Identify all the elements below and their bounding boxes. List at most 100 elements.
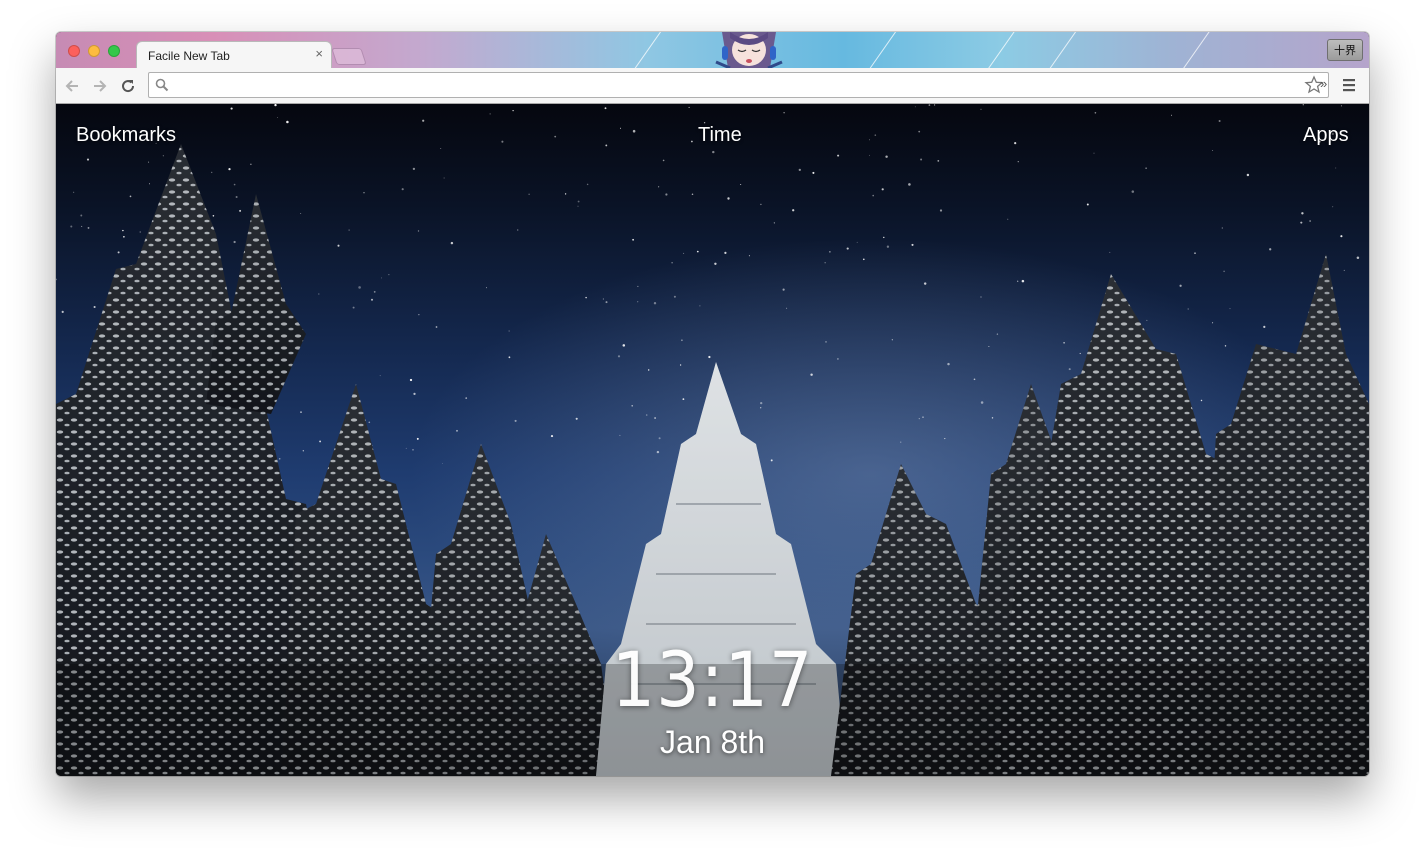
star [872, 194, 874, 197]
star [129, 195, 132, 198]
time-link[interactable]: Time [698, 124, 742, 147]
star [812, 171, 815, 174]
star [388, 274, 390, 276]
star [1340, 105, 1342, 107]
maximize-window-button[interactable] [108, 45, 120, 57]
star [517, 229, 519, 231]
browser-toolbar: » [56, 68, 1369, 104]
star [1302, 104, 1304, 106]
star [937, 160, 940, 162]
star [550, 435, 554, 438]
close-window-button[interactable] [68, 45, 80, 57]
star [1007, 218, 1009, 220]
theme-decoration [1171, 32, 1212, 68]
star [665, 193, 668, 196]
hamburger-menu-icon[interactable] [1341, 78, 1357, 92]
star [724, 251, 727, 255]
star [212, 215, 215, 217]
minimize-window-button[interactable] [88, 45, 100, 57]
star [637, 285, 639, 287]
star [443, 177, 445, 179]
tab-facile-new-tab[interactable]: Facile New Tab × [136, 41, 332, 68]
star [792, 209, 795, 212]
star [874, 134, 877, 136]
apps-link[interactable]: Apps [1303, 124, 1349, 147]
star [886, 245, 890, 248]
star [486, 287, 487, 289]
star [417, 230, 420, 232]
star [662, 159, 665, 162]
star [740, 184, 742, 185]
star [944, 438, 946, 440]
theme-decoration [628, 32, 665, 68]
star [908, 183, 911, 186]
extensions-overflow-icon[interactable]: » [1320, 76, 1327, 91]
star [620, 127, 621, 129]
star [1017, 280, 1019, 282]
profile-button[interactable]: 十界 [1327, 39, 1363, 61]
star [319, 440, 322, 443]
star [658, 186, 660, 188]
star [712, 150, 715, 154]
star [727, 197, 730, 200]
star [856, 241, 858, 243]
star [868, 154, 870, 156]
theme-decoration [976, 32, 1017, 68]
star [658, 437, 661, 440]
star [798, 168, 801, 172]
star [900, 441, 902, 443]
star [619, 434, 621, 436]
star [80, 214, 83, 217]
star [1300, 221, 1303, 224]
star [1086, 203, 1089, 206]
star [825, 341, 827, 343]
star [699, 305, 701, 307]
star [708, 355, 711, 359]
omnibox-input[interactable] [175, 75, 1279, 97]
star [61, 310, 64, 313]
browser-window: Facile New Tab × 十界 » Bookmarks Time App… [56, 32, 1369, 776]
bookmarks-link[interactable]: Bookmarks [76, 124, 176, 147]
star [679, 364, 682, 366]
star [683, 252, 685, 254]
star [617, 355, 621, 358]
back-arrow-icon[interactable] [62, 76, 82, 96]
star [358, 286, 361, 289]
star [714, 262, 717, 265]
star [379, 375, 381, 377]
star [837, 154, 840, 157]
star [422, 119, 425, 122]
new-tab-page: Bookmarks Time Apps 13:17 Jan 8th [56, 104, 1369, 776]
forward-arrow-icon[interactable] [90, 76, 110, 96]
star [691, 140, 693, 143]
star [973, 378, 976, 381]
tab-strip: Facile New Tab × 十界 [56, 32, 1369, 68]
star [577, 200, 580, 203]
star [631, 404, 634, 407]
tab-title: Facile New Tab [148, 49, 230, 63]
star [605, 144, 608, 147]
star [923, 282, 927, 285]
star [671, 261, 673, 264]
star [885, 155, 888, 158]
star [1021, 279, 1025, 283]
reload-icon[interactable] [118, 76, 138, 96]
new-tab-button[interactable] [331, 48, 367, 65]
star [139, 231, 141, 233]
star [337, 244, 340, 247]
theme-mascot-image [715, 32, 783, 68]
star [456, 429, 458, 432]
star [996, 333, 999, 335]
star [1301, 212, 1304, 215]
omnibox[interactable] [148, 72, 1329, 98]
star [881, 188, 884, 191]
star [1335, 167, 1337, 169]
star [691, 193, 694, 195]
tab-close-icon[interactable]: × [315, 46, 323, 61]
star [1200, 399, 1203, 402]
star [654, 417, 657, 419]
star [653, 301, 657, 305]
star [381, 277, 383, 279]
star [928, 104, 931, 106]
star [412, 449, 414, 451]
